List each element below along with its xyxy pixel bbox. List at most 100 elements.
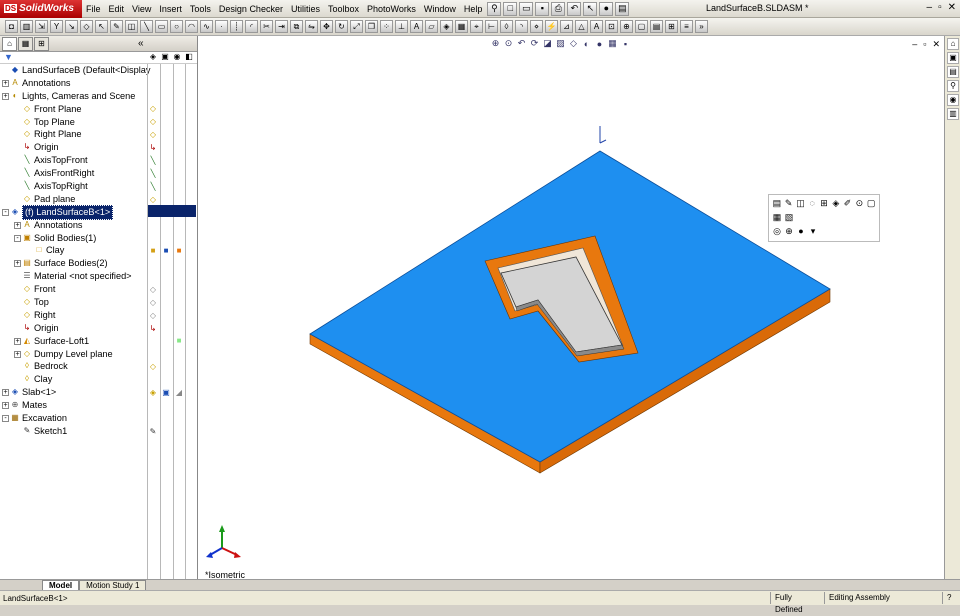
state-icon[interactable]: ■	[173, 335, 185, 347]
tree-item[interactable]: + ◇ Dumpy Level plane	[0, 348, 147, 361]
close-icon[interactable]: ✕	[948, 2, 956, 13]
model-render[interactable]	[198, 36, 944, 579]
state-icon[interactable]: ↳	[147, 322, 159, 334]
state-icon[interactable]: ╲	[147, 180, 159, 192]
appearances-icon[interactable]: ▥	[947, 108, 959, 120]
expand-icon[interactable]: +	[14, 260, 21, 268]
tag-icon[interactable]: ◊	[500, 20, 513, 33]
pin-icon[interactable]: ⚲	[487, 1, 502, 16]
print-icon[interactable]: ⎙	[551, 1, 566, 16]
state-icon[interactable]: ■	[160, 245, 172, 257]
tree-item[interactable]: + ◭ Surface-Loft1	[0, 335, 147, 348]
arc-tool-icon[interactable]: ◠	[185, 20, 198, 33]
state-icon[interactable]: ▣	[160, 387, 172, 399]
tab-model[interactable]: Model	[42, 580, 80, 590]
component-properties-icon[interactable]: ⊞	[818, 197, 830, 209]
tree-item[interactable]: - ◈ (f) LandSurfaceB<1>	[0, 204, 147, 220]
block-icon[interactable]: ⊞	[665, 20, 678, 33]
tree-item[interactable]: ◇ Top	[0, 296, 147, 309]
menu-toolbox[interactable]: Toolbox	[324, 4, 363, 14]
menu-tools[interactable]: Tools	[186, 4, 215, 14]
printer-icon[interactable]: ▥	[20, 20, 33, 33]
zoom-to-selection-icon[interactable]: ⊙	[853, 197, 865, 209]
tab-motion-study[interactable]: Motion Study 1	[79, 580, 147, 590]
tree-item[interactable]: ◊ Bedrock	[0, 360, 147, 373]
snap-icon[interactable]: ⌖	[470, 20, 483, 33]
tree-item[interactable]: ✎ Sketch1	[0, 425, 147, 438]
move-tool-icon[interactable]: ✥	[320, 20, 333, 33]
plane-tool-icon[interactable]: ▱	[425, 20, 438, 33]
mirror-tool-icon[interactable]: ⇋	[305, 20, 318, 33]
layers-icon[interactable]: ≡	[680, 20, 693, 33]
centerline-tool-icon[interactable]: ┊	[230, 20, 243, 33]
spline-tool-icon[interactable]: ∿	[200, 20, 213, 33]
menu-view[interactable]: View	[128, 4, 155, 14]
state-icon[interactable]: ◈	[147, 387, 159, 399]
expand-icon[interactable]: +	[14, 350, 21, 358]
sheet-icon[interactable]: ▢	[635, 20, 648, 33]
state-icon[interactable]: ◇	[147, 361, 159, 373]
tree-item[interactable]: ╲ AxisFrontRight	[0, 167, 147, 180]
tree-item[interactable]: ◇ Top Plane	[0, 116, 147, 129]
change-transparency-icon[interactable]: ◌	[806, 197, 818, 209]
grid-icon[interactable]: ▦	[455, 20, 468, 33]
open-folder-icon[interactable]: ▭	[519, 1, 534, 16]
state-icon[interactable]: ◇	[147, 116, 159, 128]
pattern-tool-icon[interactable]: ⁘	[380, 20, 393, 33]
filter-faces-icon[interactable]: ◇	[80, 20, 93, 33]
visibility-column-icon[interactable]: ◈	[147, 52, 159, 64]
view-palette-icon[interactable]: ◉	[947, 94, 959, 106]
tree-item[interactable]: ◇ Front Plane	[0, 103, 147, 116]
state-icon[interactable]: ◇	[147, 129, 159, 141]
scale-tool-icon[interactable]: ⤢	[350, 20, 363, 33]
options-icon[interactable]: ▤	[615, 1, 630, 16]
export-icon[interactable]: ⇲	[35, 20, 48, 33]
new-document-icon[interactable]: □	[503, 1, 518, 16]
tree-item[interactable]: + A Annotations	[0, 219, 147, 232]
dropdown-arrow-icon[interactable]: ▾	[807, 225, 819, 237]
state-icon[interactable]: ◇	[147, 103, 159, 115]
display-relations-icon[interactable]: ⊿	[560, 20, 573, 33]
save-icon[interactable]: ▪	[535, 1, 550, 16]
tree-item[interactable]: + ⊕ Mates	[0, 399, 147, 412]
filter-icon[interactable]: ▼	[4, 52, 13, 62]
display-column-icon[interactable]: ◧	[183, 52, 195, 64]
rebuild-icon[interactable]: ●	[599, 1, 614, 16]
tree-item[interactable]: - ▣ Solid Bodies(1)	[0, 232, 147, 245]
state-icon[interactable]: ◇	[147, 193, 159, 205]
tree-item[interactable]: + ▤ Surface Bodies(2)	[0, 257, 147, 270]
menu-window[interactable]: Window	[420, 4, 460, 14]
text-annotation-icon[interactable]: A	[590, 20, 603, 33]
state-icon[interactable]: ╲	[147, 154, 159, 166]
tree-item[interactable]: ☰ Material <not specified>	[0, 270, 147, 283]
float-icon[interactable]: ▢	[865, 197, 877, 209]
tree-item[interactable]: - ▦ Excavation	[0, 412, 147, 425]
relations-tool-icon[interactable]: ⊥	[395, 20, 408, 33]
state-icon[interactable]: ↳	[147, 141, 159, 153]
collapse-icon[interactable]: -	[2, 414, 9, 422]
tree-item[interactable]: ◇ Right	[0, 309, 147, 322]
trim-tool-icon[interactable]: ✂	[260, 20, 273, 33]
menu-insert[interactable]: Insert	[155, 4, 186, 14]
menu-utilities[interactable]: Utilities	[287, 4, 324, 14]
tree-item[interactable]: ╲ AxisTopFront	[0, 154, 147, 167]
hide-components-icon[interactable]: ✐	[842, 197, 854, 209]
copy-tool-icon[interactable]: ❐	[365, 20, 378, 33]
menu-edit[interactable]: Edit	[105, 4, 129, 14]
state-icon[interactable]: ◇	[147, 309, 159, 321]
3d-sketch-icon[interactable]: ◈	[440, 20, 453, 33]
minimize-icon[interactable]: –	[927, 2, 933, 13]
configuration-manager-tab-icon[interactable]: ⊞	[34, 36, 49, 51]
tree-item[interactable]: ◇ Right Plane	[0, 128, 147, 141]
isolate-icon[interactable]: ◈	[830, 197, 842, 209]
graphics-area[interactable]: ⊕ ⊙ ↶ ⟳ ◪ ▨ ◇ ◐ ● ▦ ▪ – ▫ ✕ ▤ ✎ ◫ ◌ ⊞ ◈ …	[198, 36, 944, 579]
menu-file[interactable]: File	[82, 4, 105, 14]
fillet-tool-icon[interactable]: ◜	[245, 20, 258, 33]
expand-icon[interactable]: +	[2, 389, 9, 397]
menu-photoworks[interactable]: PhotoWorks	[363, 4, 420, 14]
quick-snaps-icon[interactable]: ⋄	[530, 20, 543, 33]
tree-item[interactable]: + ◐ Lights, Cameras and Scene	[0, 90, 147, 103]
maximize-icon[interactable]: ▫	[938, 2, 942, 13]
expand-icon[interactable]: +	[2, 92, 9, 100]
tree-item[interactable]: ╲ AxisTopRight	[0, 180, 147, 193]
